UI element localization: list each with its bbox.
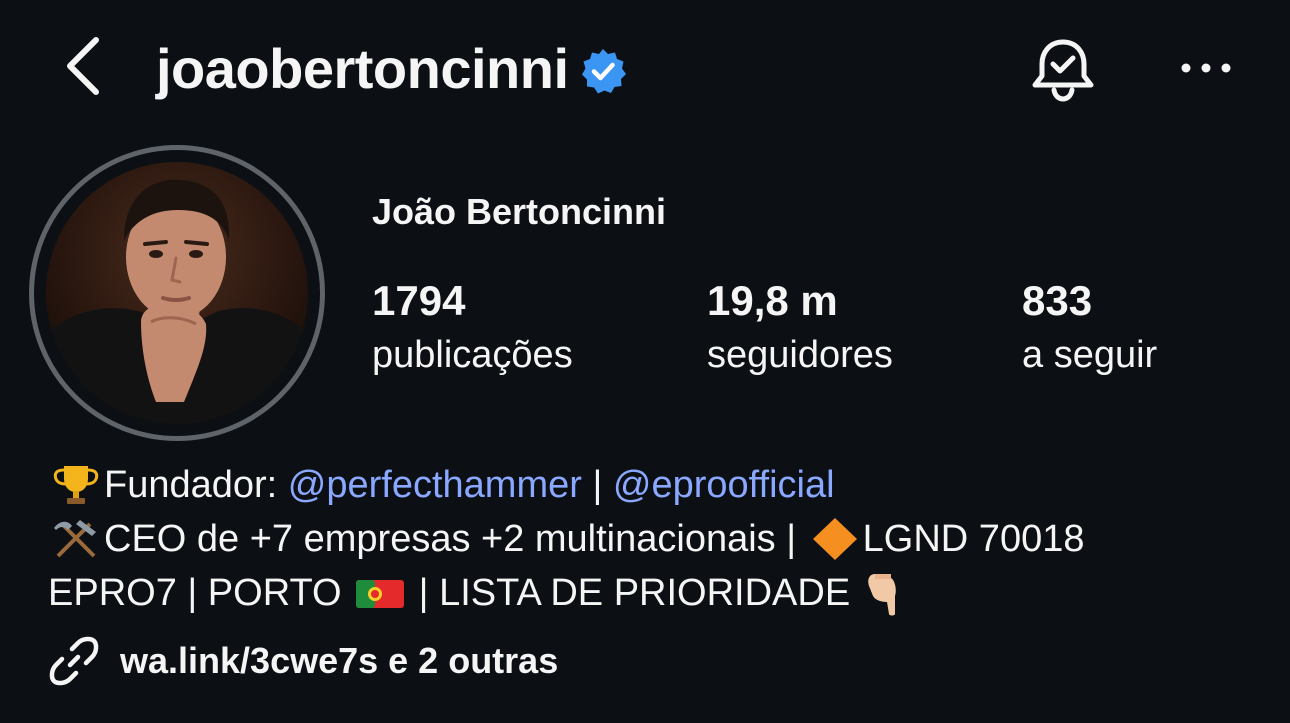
more-horizontal-icon bbox=[1181, 63, 1231, 73]
avatar[interactable] bbox=[46, 162, 308, 424]
bio-separator: | bbox=[581, 464, 613, 506]
bio: Fundador: @perfecthammer | @eproofficial… bbox=[48, 458, 1268, 620]
stat-value: 833 bbox=[1022, 277, 1093, 324]
link-text: wa.link/3cwe7s e 2 outras bbox=[120, 640, 559, 681]
verified-badge-icon bbox=[581, 49, 626, 94]
link-icon bbox=[49, 636, 99, 686]
more-options-button[interactable] bbox=[1178, 48, 1234, 88]
chevron-left-icon bbox=[67, 37, 99, 95]
bio-text: | LISTA DE PRIORIDADE bbox=[408, 572, 861, 614]
back-button[interactable] bbox=[58, 34, 108, 98]
posts-count[interactable]: 1794 publicações bbox=[372, 276, 573, 380]
stat-label: seguidores bbox=[707, 334, 893, 376]
bio-line-3: EPRO7 | PORTO | LISTA DE PRIORIDADE bbox=[48, 566, 1268, 620]
username: joaobertoncinni bbox=[156, 37, 569, 100]
portugal-flag-emoji bbox=[356, 580, 405, 608]
stat-label: a seguir bbox=[1022, 334, 1158, 376]
profile-username-header: joaobertoncinni bbox=[156, 34, 627, 104]
following-count[interactable]: 833 a seguir bbox=[1022, 276, 1157, 380]
bio-text: LGND 70018 bbox=[862, 518, 1085, 560]
orange-diamond-emoji bbox=[812, 518, 857, 560]
bio-text: EPRO7 | PORTO bbox=[48, 572, 353, 614]
mention-link[interactable]: @eproofficial bbox=[613, 458, 835, 512]
stat-value: 19,8 m bbox=[707, 277, 838, 324]
bio-line-1: Fundador: @perfecthammer | @eproofficial bbox=[48, 458, 1268, 512]
stat-label: publicações bbox=[372, 334, 573, 376]
profile-photo bbox=[46, 162, 308, 424]
hammer-pick-emoji bbox=[54, 520, 96, 558]
trophy-emoji bbox=[53, 466, 99, 504]
bell-check-icon bbox=[1032, 39, 1094, 102]
mention-link[interactable]: @perfecthammer bbox=[288, 458, 582, 512]
bio-prefix: Fundador: bbox=[104, 464, 288, 506]
bio-text: CEO de +7 empresas +2 multinacionais | bbox=[104, 518, 807, 560]
bio-line-2: CEO de +7 empresas +2 multinacionais | L… bbox=[48, 512, 1268, 566]
full-name: João Bertoncinni bbox=[372, 191, 667, 232]
stat-value: 1794 bbox=[372, 277, 466, 324]
notifications-button[interactable] bbox=[1028, 34, 1098, 104]
followers-count[interactable]: 19,8 m seguidores bbox=[707, 276, 893, 380]
pointing-down-emoji bbox=[867, 574, 896, 616]
external-links[interactable]: wa.link/3cwe7s e 2 outras bbox=[48, 634, 558, 688]
